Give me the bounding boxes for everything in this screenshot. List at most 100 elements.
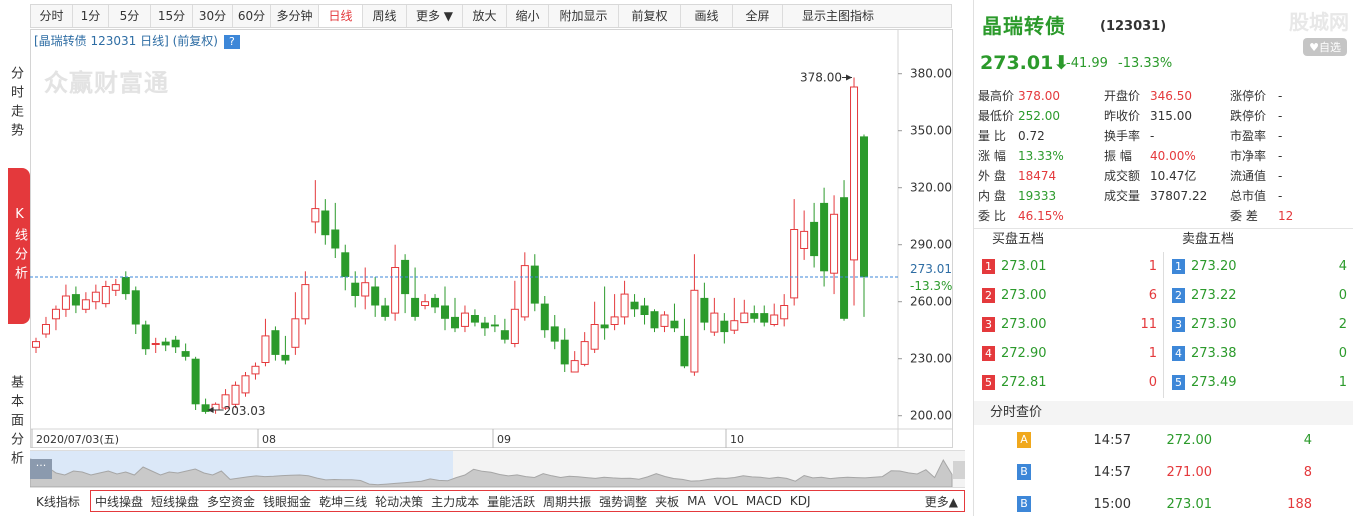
tick-price: 273.01 bbox=[1166, 496, 1213, 512]
candle-body bbox=[500, 330, 509, 340]
sell-level-3[interactable]: 3 273.30 2 bbox=[1164, 310, 1353, 339]
kline-chart[interactable]: 380.00 350.00 320.00 290.00 260.00 230.00 200.… bbox=[30, 29, 953, 448]
quote-label: 外 盘 bbox=[978, 169, 1006, 183]
navigator-scroll-right[interactable] bbox=[953, 461, 965, 479]
toolbar-item-9[interactable]: 更多 ▼ bbox=[407, 5, 463, 27]
indicator-7[interactable]: 量能活跃 bbox=[487, 493, 535, 510]
candle-body bbox=[540, 303, 549, 331]
sell-level-1[interactable]: 1 273.20 4 bbox=[1164, 252, 1353, 281]
candle-body bbox=[171, 339, 180, 348]
x-tick-label: 08 bbox=[262, 433, 276, 446]
candle-body bbox=[740, 312, 749, 324]
level-volume: 1 bbox=[1338, 375, 1347, 390]
quote-value: 315.00 bbox=[1150, 109, 1192, 123]
indicator-14[interactable]: KDJ bbox=[790, 494, 811, 508]
candle-body bbox=[231, 384, 240, 405]
toolbar-item-14[interactable]: 画线 bbox=[681, 5, 733, 27]
quote-cell: 最低价 252.00 bbox=[978, 106, 1104, 126]
quote-row: 最高价 378.00 开盘价 346.50 涨停价 - bbox=[978, 86, 1353, 106]
tick-volume: 4 bbox=[1303, 432, 1312, 448]
min-price-label: 203.03 bbox=[224, 404, 266, 418]
buy-book-title: 买盘五档 bbox=[992, 232, 1045, 247]
indicator-4[interactable]: 乾坤三线 bbox=[319, 493, 367, 510]
leftnav-item-0[interactable]: 分时走势 bbox=[0, 44, 30, 164]
toolbar-item-15[interactable]: 全屏 bbox=[733, 5, 783, 27]
candle-body bbox=[351, 282, 360, 296]
level-price: 272.90 bbox=[1001, 346, 1047, 361]
level-volume: 11 bbox=[1140, 317, 1157, 332]
tick-volume: 8 bbox=[1303, 464, 1312, 480]
indicator-1[interactable]: 短线操盘 bbox=[151, 493, 199, 510]
toolbar-item-2[interactable]: 5分 bbox=[109, 5, 151, 27]
chart-title-text: [晶瑞转债 123031 日线] (前复权) bbox=[34, 34, 218, 48]
sell-level-4[interactable]: 4 273.38 0 bbox=[1164, 339, 1353, 368]
candle-body bbox=[580, 341, 589, 365]
candle-body bbox=[331, 229, 340, 249]
toolbar-item-16[interactable]: 显示主图指标 bbox=[783, 5, 893, 27]
candle-body bbox=[111, 284, 120, 291]
toolbar-item-13[interactable]: 前复权 bbox=[619, 5, 681, 27]
toolbar-item-12[interactable]: 附加显示 bbox=[549, 5, 619, 27]
level-price: 273.20 bbox=[1191, 259, 1237, 274]
toolbar-item-5[interactable]: 60分 bbox=[233, 5, 271, 27]
candle-body bbox=[640, 305, 649, 315]
toolbar-item-4[interactable]: 30分 bbox=[193, 5, 233, 27]
indicator-3[interactable]: 钱眼掘金 bbox=[263, 493, 311, 510]
indicator-8[interactable]: 周期共振 bbox=[543, 493, 591, 510]
quote-label: 最高价 bbox=[978, 89, 1015, 103]
quote-cell: 涨停价 - bbox=[1230, 86, 1353, 106]
candle-body bbox=[441, 305, 450, 319]
toolbar-item-1[interactable]: 1分 bbox=[73, 5, 109, 27]
indicator-13[interactable]: MACD bbox=[746, 494, 782, 508]
candle-body bbox=[81, 299, 90, 310]
candle-body bbox=[560, 339, 569, 365]
level-number: 1 bbox=[1172, 259, 1185, 274]
toolbar-item-10[interactable]: 放大 bbox=[463, 5, 507, 27]
leftnav-item-2[interactable]: 基本面分析 bbox=[0, 360, 30, 484]
indicator-12[interactable]: VOL bbox=[714, 494, 738, 508]
quote-cell: 市盈率 - bbox=[1230, 126, 1353, 146]
toolbar-item-8[interactable]: 周线 bbox=[363, 5, 407, 27]
buy-level-5[interactable]: 5 272.81 0 bbox=[974, 368, 1163, 397]
indicator-11[interactable]: MA bbox=[687, 494, 706, 508]
indicator-more-button[interactable]: 更多▲ bbox=[925, 493, 958, 510]
quote-panel: 晶瑞转债 (123031) 股城网 ♥自选 273.01⬇ -41.99 -13… bbox=[973, 0, 1353, 516]
buy-level-3[interactable]: 3 273.00 11 bbox=[974, 310, 1163, 339]
quote-cell: 市净率 - bbox=[1230, 146, 1353, 166]
buy-level-4[interactable]: 4 272.90 1 bbox=[974, 339, 1163, 368]
leftnav-item-1[interactable]: K线分析 bbox=[8, 168, 30, 324]
help-icon[interactable]: ? bbox=[223, 35, 240, 49]
navigator-handle[interactable]: ··· bbox=[30, 459, 52, 479]
indicator-2[interactable]: 多空资金 bbox=[207, 493, 255, 510]
toolbar-item-3[interactable]: 15分 bbox=[151, 5, 193, 27]
toolbar-item-0[interactable]: 分时 bbox=[31, 5, 73, 27]
candle-body bbox=[710, 312, 719, 333]
indicator-0[interactable]: 中线操盘 bbox=[95, 493, 143, 510]
candle-body bbox=[321, 210, 330, 236]
max-arrow-head bbox=[846, 74, 853, 81]
candle-body bbox=[800, 230, 809, 249]
candle-body bbox=[840, 197, 849, 319]
indicator-9[interactable]: 强势调整 bbox=[599, 493, 647, 510]
current-price-label: 273.01 bbox=[910, 262, 952, 276]
quote-cell: 成交额 10.47亿 bbox=[1104, 166, 1230, 186]
quote-label: 量 比 bbox=[978, 129, 1006, 143]
sell-level-2[interactable]: 2 273.22 0 bbox=[1164, 281, 1353, 310]
toolbar-item-7[interactable]: 日线 bbox=[319, 5, 363, 27]
candle-body bbox=[450, 316, 459, 329]
y-tick-label: 230.00 bbox=[910, 352, 952, 366]
range-navigator[interactable]: ··· bbox=[30, 450, 965, 488]
sell-level-5[interactable]: 5 273.49 1 bbox=[1164, 368, 1353, 397]
buy-level-2[interactable]: 2 273.00 6 bbox=[974, 281, 1163, 310]
add-watchlist-button[interactable]: ♥自选 bbox=[1303, 38, 1347, 56]
candle-body bbox=[510, 308, 519, 344]
buy-level-1[interactable]: 1 273.01 1 bbox=[974, 252, 1163, 281]
indicator-10[interactable]: 夹板 bbox=[655, 493, 679, 510]
indicator-6[interactable]: 主力成本 bbox=[431, 493, 479, 510]
quote-cell: 跌停价 - bbox=[1230, 106, 1353, 126]
quote-value: - bbox=[1278, 129, 1283, 143]
quote-label bbox=[1104, 206, 1150, 226]
toolbar-item-6[interactable]: 多分钟 bbox=[271, 5, 319, 27]
indicator-5[interactable]: 轮动决策 bbox=[375, 493, 423, 510]
toolbar-item-11[interactable]: 缩小 bbox=[507, 5, 549, 27]
